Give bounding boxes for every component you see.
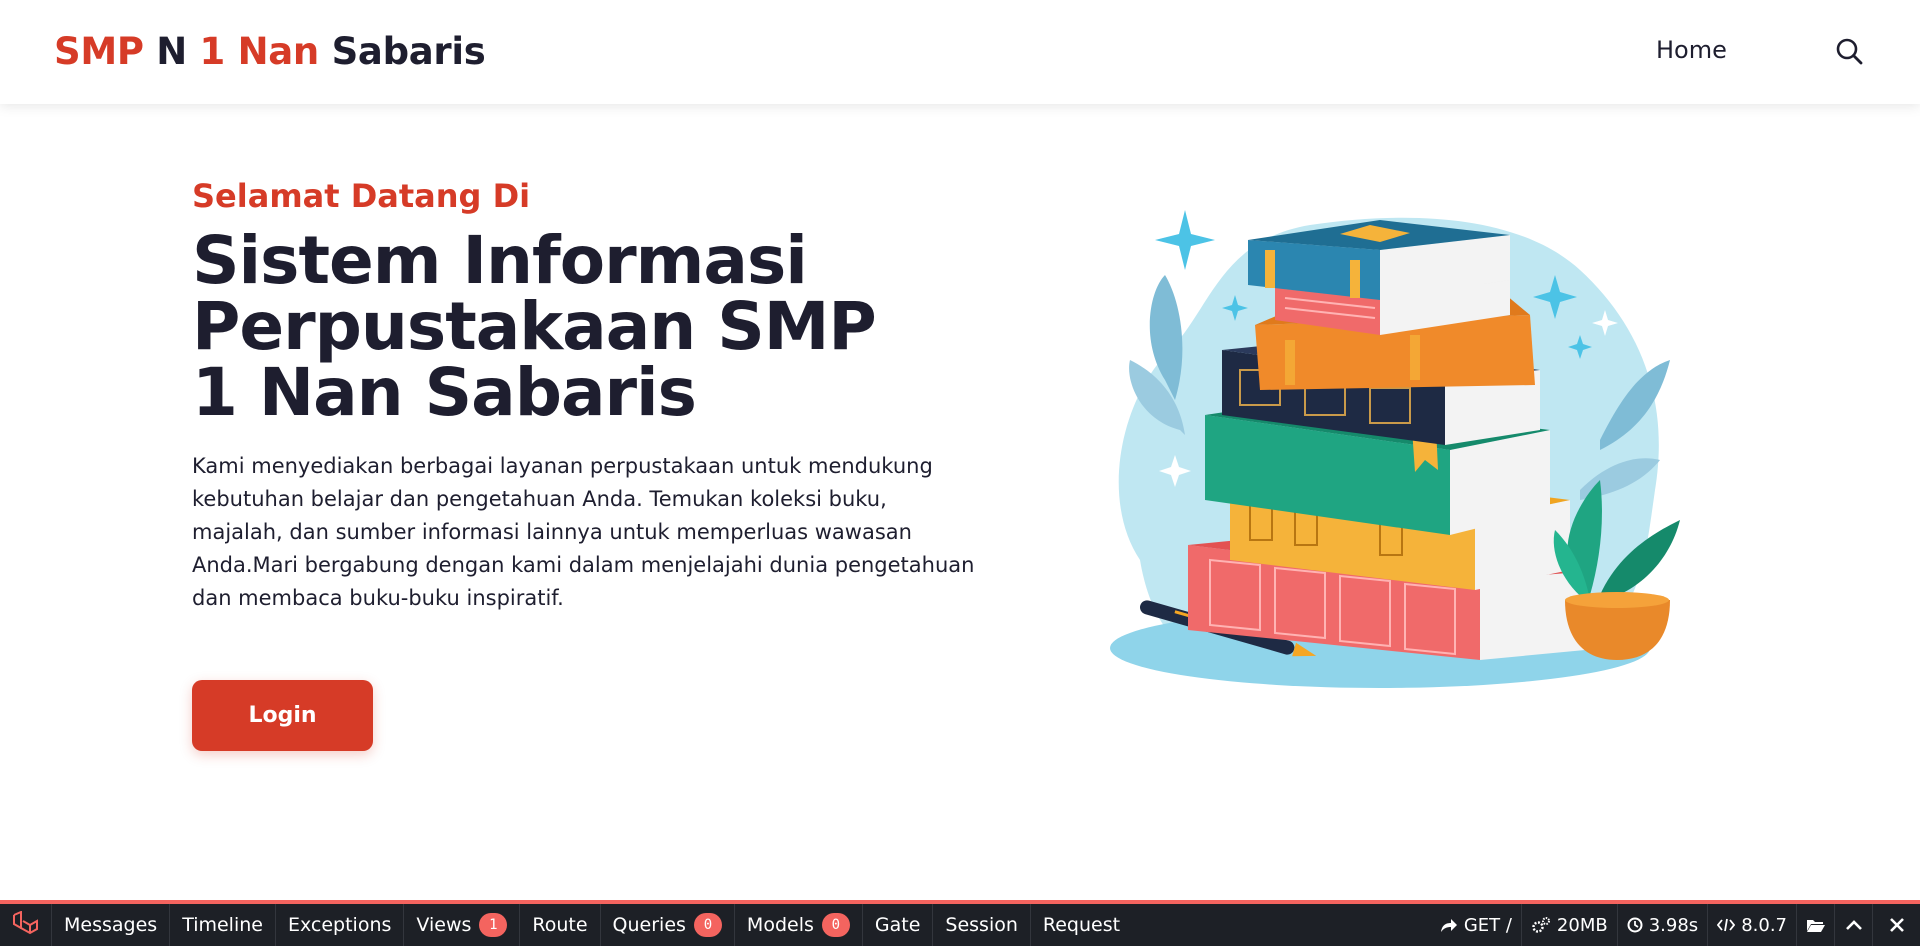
logo-word-nan: Nan — [237, 30, 320, 73]
tab-label: Session — [945, 914, 1018, 936]
cogs-icon — [1532, 917, 1550, 933]
memory-stat: 20MB — [1520, 904, 1617, 946]
clock-icon — [1627, 917, 1643, 933]
tab-label: Request — [1042, 914, 1121, 936]
tab-label: Queries — [612, 914, 686, 936]
tab-label: Exceptions — [287, 914, 392, 936]
views-count-badge: 1 — [479, 913, 508, 937]
queries-count-badge: 0 — [693, 913, 722, 937]
logo-word-smp: SMP — [54, 30, 144, 73]
time-stat: 3.98s — [1616, 904, 1707, 946]
debug-bar: Messages Timeline Exceptions Views 1 Rout… — [0, 900, 1920, 946]
request-time-label: 3.98s — [1648, 914, 1699, 936]
tab-label: Gate — [874, 914, 921, 936]
code-icon — [1717, 918, 1736, 932]
request-method-stat[interactable]: GET / — [1431, 904, 1521, 946]
logo-word-sabaris: Sabaris — [331, 30, 486, 73]
request-method-label: GET / — [1463, 914, 1512, 936]
php-version-stat: 8.0.7 — [1707, 904, 1796, 946]
share-arrow-icon — [1440, 919, 1457, 932]
logo-word-1: 1 — [199, 30, 226, 73]
folder-open-icon[interactable] — [1796, 904, 1834, 946]
debugbar-tab-views[interactable]: Views 1 — [404, 904, 521, 946]
tab-label: Models — [746, 914, 814, 936]
hero-description: Kami menyediakan berbagai layanan perpus… — [192, 454, 975, 610]
stack-of-books-illustration — [1080, 200, 1700, 700]
close-icon[interactable] — [1872, 904, 1920, 946]
search-icon[interactable] — [1834, 36, 1864, 66]
hero-title: Sistem Informasi Perpustakaan SMP 1 Nan … — [192, 222, 877, 431]
debugbar-tab-timeline[interactable]: Timeline — [170, 904, 276, 946]
debugbar-tab-session[interactable]: Session — [933, 904, 1031, 946]
debugbar-tab-models[interactable]: Models 0 — [735, 904, 863, 946]
debugbar-tab-request[interactable]: Request — [1031, 904, 1132, 946]
logo-word-n: N — [156, 30, 187, 73]
tab-label: Route — [532, 914, 588, 936]
top-navbar: SMP N 1 Nan Sabaris Home — [0, 0, 1920, 104]
tab-label: Views — [416, 914, 472, 936]
chevron-up-icon[interactable] — [1834, 904, 1872, 946]
nav-home-link[interactable]: Home — [1656, 36, 1727, 64]
debugbar-tab-gate[interactable]: Gate — [863, 904, 934, 946]
debugbar-tab-queries[interactable]: Queries 0 — [601, 904, 735, 946]
debugbar-tab-messages[interactable]: Messages — [52, 904, 171, 946]
site-logo[interactable]: SMP N 1 Nan Sabaris — [54, 30, 486, 73]
memory-usage-label: 20MB — [1556, 914, 1608, 936]
login-button[interactable]: Login — [192, 680, 373, 751]
debugbar-status-area: GET / 20MB 3.98s 8.0.7 — [1431, 904, 1920, 946]
tab-label: Messages — [64, 914, 158, 936]
models-count-badge: 0 — [821, 913, 850, 937]
debugbar-tab-route[interactable]: Route — [520, 904, 601, 946]
laravel-logo-icon[interactable] — [0, 904, 52, 946]
php-version-label: 8.0.7 — [1741, 914, 1787, 936]
hero-kicker: Selamat Datang Di — [192, 177, 531, 215]
debugbar-tab-exceptions[interactable]: Exceptions — [276, 904, 405, 946]
tab-label: Timeline — [182, 914, 263, 936]
